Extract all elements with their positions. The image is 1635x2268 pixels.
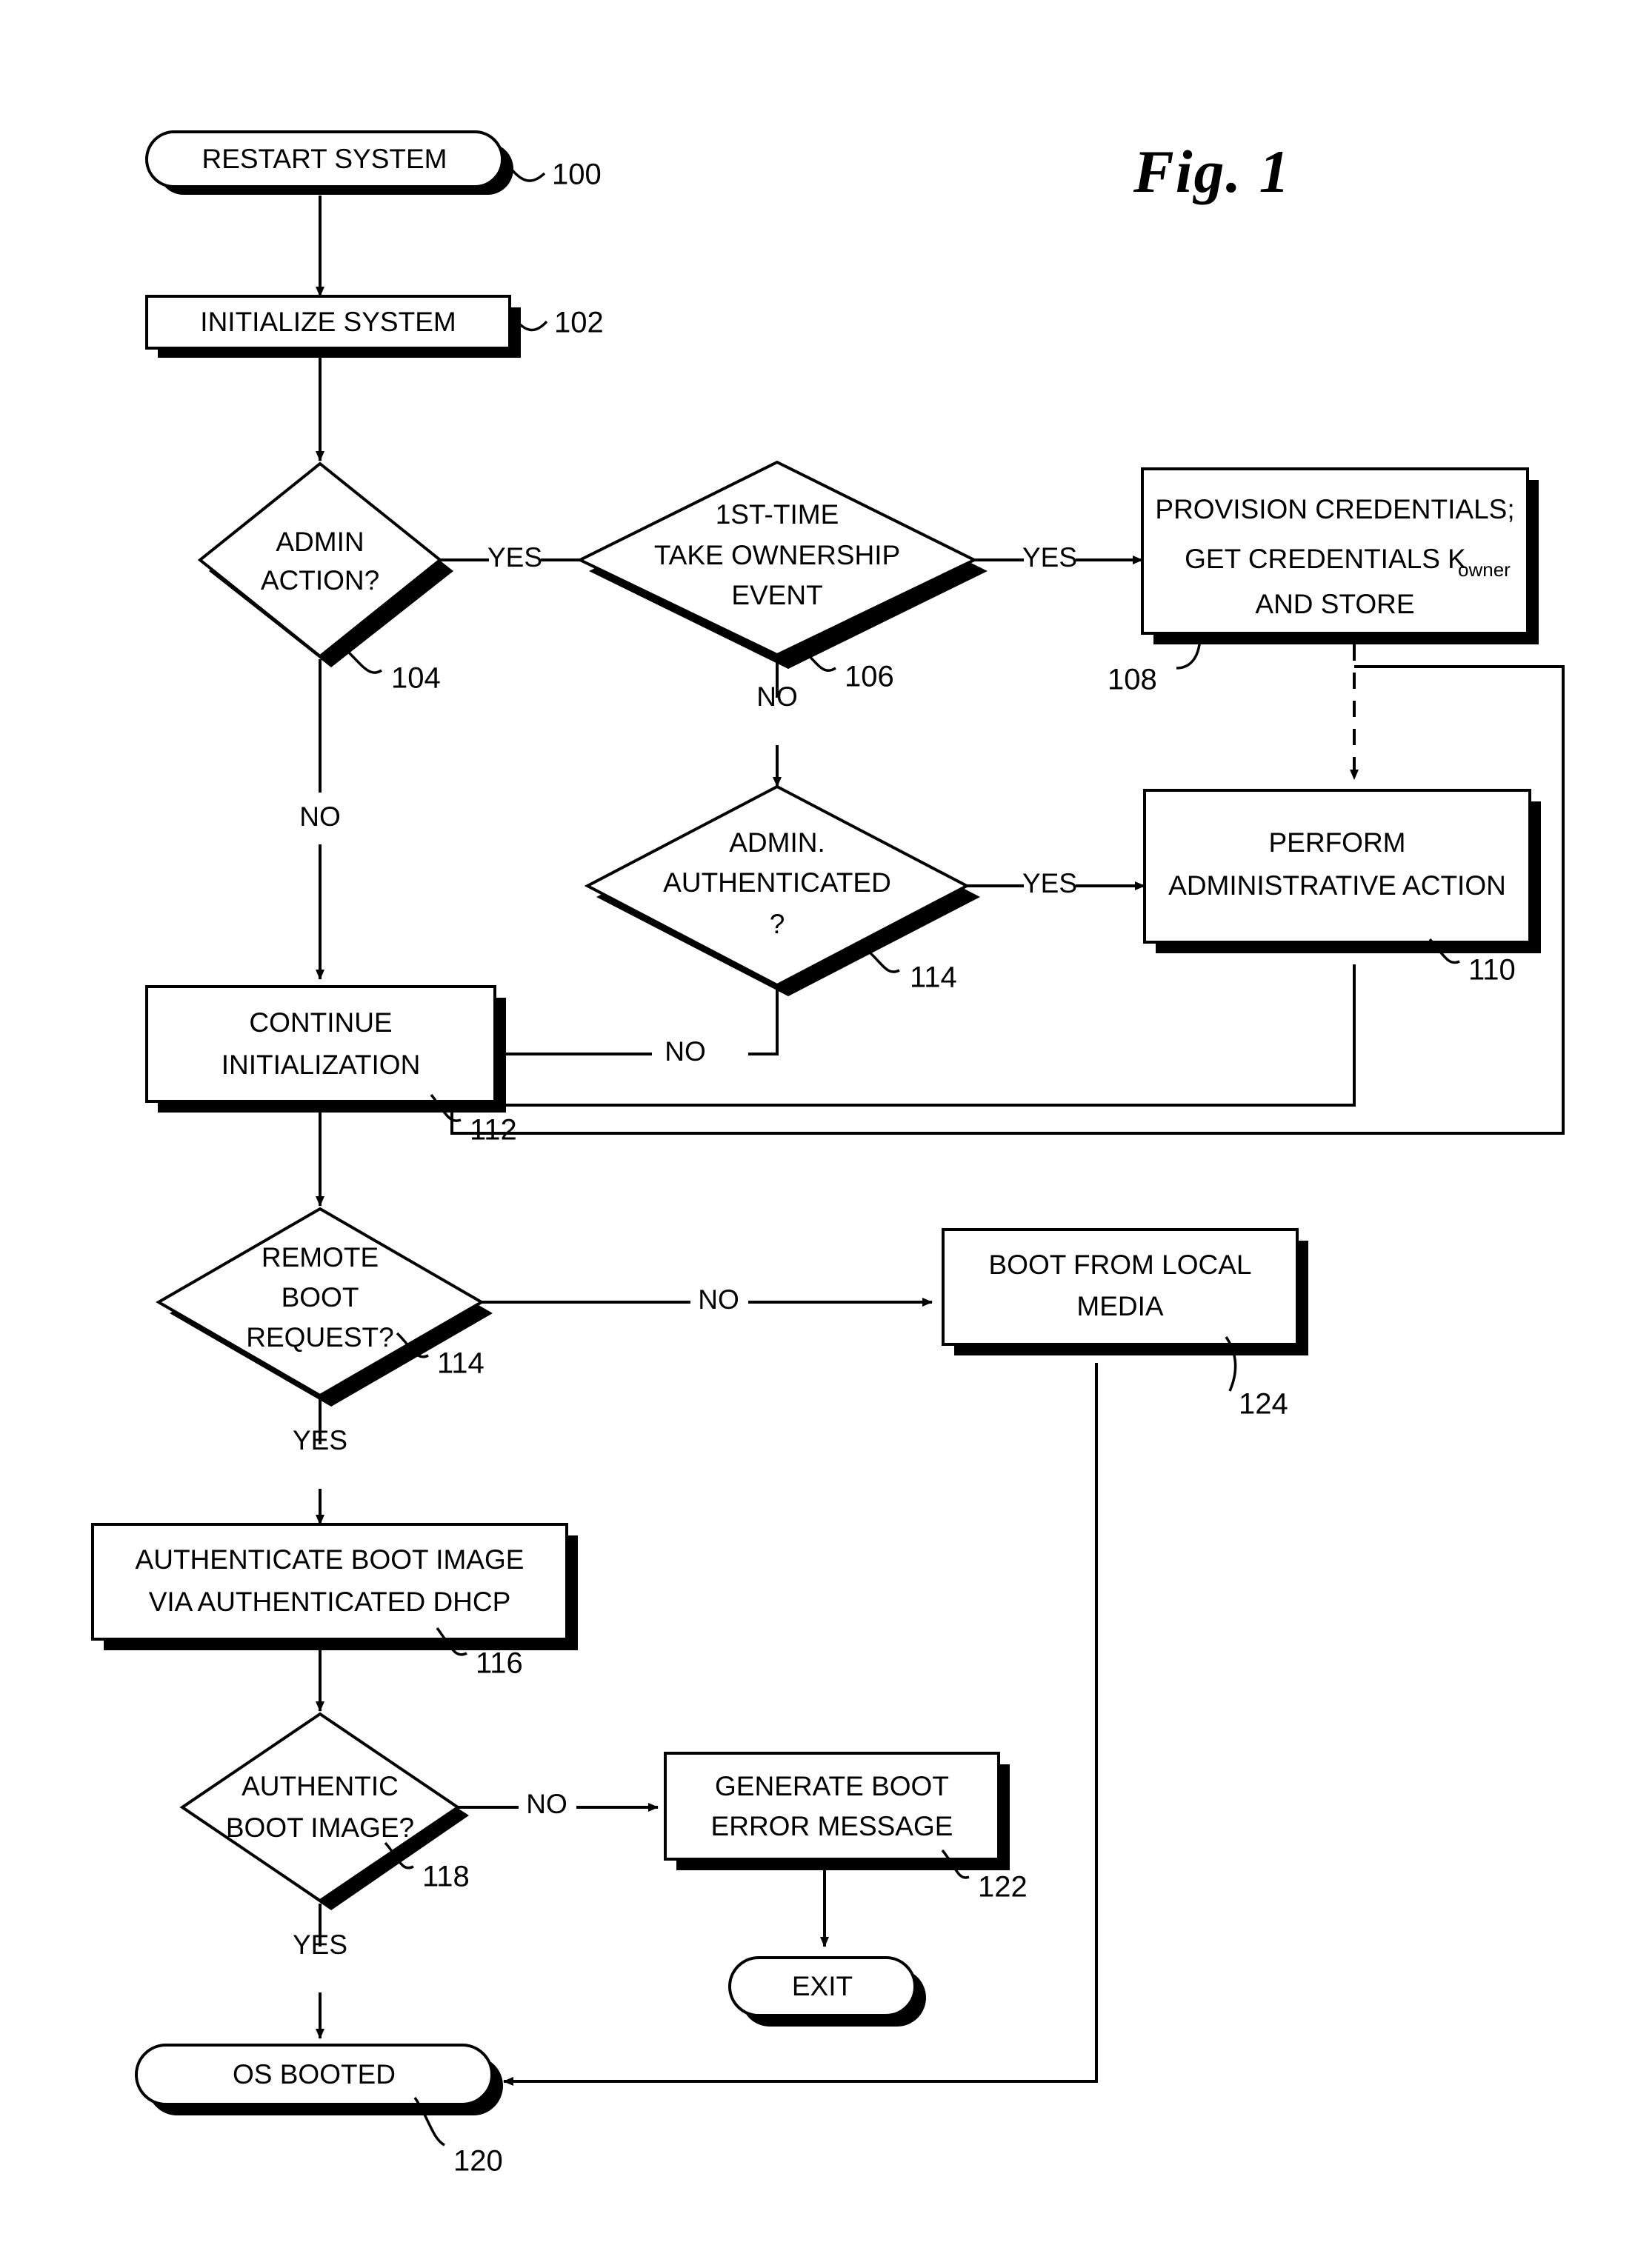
node-label-line1: ADMIN.: [729, 827, 825, 858]
node-label-subscript: owner: [1458, 558, 1511, 581]
ref-label: 124: [1239, 1388, 1288, 1421]
edge-label-106-yes: YES: [1022, 542, 1077, 573]
node-exit[interactable]: EXIT: [728, 1956, 926, 2027]
node-label-line1: CONTINUE: [249, 1007, 392, 1038]
edge-label-106-no: NO: [756, 681, 798, 712]
edge-label-114a-yes: YES: [1022, 868, 1077, 898]
node-label-line2: TAKE OWNERSHIP: [654, 540, 900, 570]
node-label-line1: PROVISION CREDENTIALS;: [1155, 494, 1514, 524]
node-label-line2: BOOT: [282, 1282, 359, 1313]
edge-114a-no-stub: [748, 985, 779, 1055]
node-restart-system[interactable]: RESTART SYSTEM: [145, 130, 513, 195]
ref-label: 108: [1108, 664, 1157, 696]
node-label-line2: VIA AUTHENTICATED DHCP: [149, 1587, 511, 1617]
node-label-line3: REQUEST?: [246, 1322, 393, 1353]
ref-label: 120: [453, 2145, 503, 2178]
node-label-line1: REMOTE: [262, 1242, 379, 1273]
node-label-line3: AND STORE: [1255, 589, 1414, 619]
ref-label: 102: [554, 307, 604, 339]
edge-label-104-yes: YES: [487, 542, 542, 573]
node-shape: [197, 461, 443, 658]
ref-100: 100: [510, 159, 602, 191]
node-label-line1: AUTHENTIC: [242, 1771, 399, 1801]
patent-figure-page: Fig. 1 RESTART SYSTEM 100 INITIALIZE SYS…: [0, 0, 1635, 2268]
node-label-line2: ERROR MESSAGE: [711, 1811, 953, 1841]
node-continue-initialization[interactable]: CONTINUE INITIALIZATION: [145, 985, 506, 1113]
node-shape: [664, 1752, 1000, 1861]
node-label-line1: 1ST-TIME: [716, 499, 839, 530]
node-shape: [179, 1712, 461, 1903]
flowchart-canvas: RESTART SYSTEM 100 INITIALIZE SYSTEM 102…: [91, 130, 1565, 2178]
edge-label-118-yes: YES: [293, 1930, 347, 1960]
ref-label: 116: [476, 1647, 523, 1680]
node-shape: [942, 1228, 1299, 1346]
ref-label: 114: [437, 1347, 484, 1380]
edge-label-114b-no: NO: [698, 1284, 739, 1315]
node-first-time-take-ownership-decision[interactable]: 1ST-TIME TAKE OWNERSHIP EVENT: [576, 460, 988, 669]
ref-label: 122: [978, 1871, 1028, 1904]
node-label-line2: BOOT IMAGE?: [226, 1812, 414, 1843]
node-shape: [145, 985, 496, 1103]
ref-104: 104: [347, 650, 441, 695]
node-label: INITIALIZE SYSTEM: [200, 307, 456, 337]
node-label-line2: MEDIA: [1076, 1291, 1164, 1321]
node-admin-action-decision[interactable]: ADMIN ACTION?: [197, 461, 453, 667]
node-shape: [91, 1523, 568, 1641]
node-label: EXIT: [792, 1971, 853, 2001]
node-authenticate-boot-image[interactable]: AUTHENTICATE BOOT IMAGE VIA AUTHENTICATE…: [91, 1523, 578, 1650]
node-label-line1: ADMIN: [276, 527, 364, 557]
ref-label: 104: [391, 662, 441, 695]
node-label: RESTART SYSTEM: [202, 144, 447, 174]
edge-label-104-no: NO: [299, 801, 341, 832]
node-initialize-system[interactable]: INITIALIZE SYSTEM: [145, 295, 521, 358]
node-label-line1: PERFORM: [1269, 827, 1406, 858]
edge-label-114b-yes: YES: [293, 1425, 347, 1455]
node-label-line3: ?: [770, 909, 785, 939]
node-os-booted[interactable]: OS BOOTED: [135, 2044, 503, 2115]
node-label: OS BOOTED: [233, 2059, 396, 2089]
ref-102: 102: [512, 307, 604, 339]
node-label-line1: GENERATE BOOT: [715, 1771, 949, 1801]
node-provision-credentials[interactable]: PROVISION CREDENTIALS; GET CREDENTIALS K…: [1141, 467, 1539, 644]
node-label-line3: EVENT: [731, 580, 822, 610]
ref-label: 100: [552, 159, 602, 191]
node-perform-administrative-action[interactable]: PERFORM ADMINISTRATIVE ACTION: [1143, 789, 1541, 953]
node-label-line2: GET CREDENTIALS K: [1185, 544, 1466, 574]
ref-label: 112: [470, 1114, 517, 1147]
ref-label: 106: [845, 661, 894, 693]
node-label-line2: INITIALIZATION: [222, 1050, 421, 1080]
node-label-line2: ADMINISTRATIVE ACTION: [1168, 870, 1506, 901]
node-label-line2: AUTHENTICATED: [663, 867, 891, 898]
edge-label-118-no: NO: [526, 1789, 567, 1819]
node-label-line1: BOOT FROM LOCAL: [989, 1250, 1252, 1280]
node-label-line2: ACTION?: [261, 565, 379, 596]
ref-106: 106: [802, 649, 894, 693]
ref-label: 114: [910, 961, 957, 994]
node-shape: [1143, 789, 1531, 944]
ref-label: 118: [422, 1861, 470, 1893]
node-boot-from-local-media[interactable]: BOOT FROM LOCAL MEDIA: [942, 1228, 1308, 1355]
edge-label-114a-no: NO: [665, 1036, 706, 1067]
node-label-line1: AUTHENTICATE BOOT IMAGE: [136, 1544, 525, 1575]
node-generate-boot-error-message[interactable]: GENERATE BOOT ERROR MESSAGE: [664, 1752, 1010, 1870]
ref-114a: 114: [867, 950, 957, 994]
ref-label: 110: [1468, 954, 1516, 987]
